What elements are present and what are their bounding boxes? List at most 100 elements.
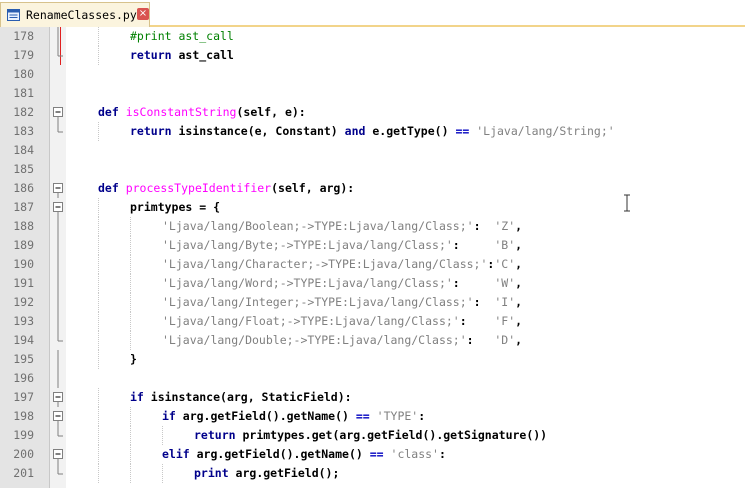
fold-line-icon [57, 27, 59, 46]
token-kw: elif [162, 447, 190, 461]
code-line: 200 elif arg.getField().getName() == 'cla… [0, 445, 745, 464]
token-str: 'Z' [494, 219, 516, 233]
fold-toggle-icon[interactable] [52, 388, 64, 407]
code-line: 180 [0, 65, 745, 84]
line-number: 179 [13, 48, 34, 62]
code-text[interactable]: if arg.getField().getName() == 'TYPE': [162, 409, 425, 423]
indent-guide [98, 217, 99, 236]
line-number: 192 [13, 295, 34, 309]
fold-line-icon [57, 274, 59, 293]
code-text[interactable]: 'Ljava/lang/Word;->TYPE:Ljava/lang/Class… [162, 276, 522, 290]
line-number: 191 [13, 276, 34, 290]
indent-guide [130, 217, 131, 236]
line-number: 181 [13, 86, 34, 100]
token-kw: return [130, 48, 172, 62]
code-line: 193 'Ljava/lang/Float;->TYPE:Ljava/lang/C… [0, 312, 745, 331]
token-str: 'D' [494, 333, 516, 347]
indent-guide [130, 312, 131, 331]
tab-label: RenameClasses.py [26, 8, 137, 22]
code-editor[interactable]: 178 #print ast_call 179 return ast_call 180 1… [0, 27, 745, 488]
token-bold: , [515, 314, 523, 328]
code-line: 195} [0, 350, 745, 369]
code-text[interactable]: if isinstance(arg, StaticField): [130, 390, 352, 404]
indent-guide [98, 445, 99, 464]
indent-guide [98, 198, 99, 217]
code-text[interactable]: primtypes = { [130, 200, 220, 214]
indent-guide [162, 464, 163, 483]
indent-guide [98, 350, 99, 369]
token-bold: } [130, 352, 137, 366]
code-line: 185 [0, 160, 745, 179]
line-number: 188 [13, 219, 34, 233]
code-text[interactable]: 'Ljava/lang/Byte;->TYPE:Ljava/lang/Class… [162, 238, 522, 252]
token-str: 'class' [390, 447, 439, 461]
code-text[interactable]: def isConstantString(self, e): [98, 105, 306, 119]
fold-toggle-icon[interactable] [52, 179, 64, 198]
code-text[interactable]: 'Ljava/lang/Character;->TYPE:Ljava/lang/… [162, 257, 522, 271]
code-text[interactable]: } [130, 352, 137, 366]
token-str: 'C' [494, 257, 516, 271]
code-line: 187 primtypes = { [0, 198, 745, 217]
token-str: 'W' [494, 276, 516, 290]
fold-toggle-icon[interactable] [52, 103, 64, 122]
line-number: 187 [13, 200, 34, 214]
token-bold: , [515, 276, 523, 290]
code-text[interactable]: print arg.getField(); [194, 466, 339, 480]
line-number: 199 [13, 428, 34, 442]
token-bold: isinstance(arg, StaticField): [143, 390, 352, 404]
code-text[interactable]: 'Ljava/lang/Boolean;->TYPE:Ljava/lang/Cl… [162, 219, 522, 233]
token-bold: , [515, 238, 523, 252]
code-text[interactable]: return primtypes.get(arg.getField().getS… [194, 428, 547, 442]
token-kw: def [98, 105, 126, 119]
token-bold: arg.getField(); [228, 466, 340, 480]
fold-toggle-icon[interactable] [52, 198, 64, 217]
token-str: 'Ljava/lang/Boolean;->TYPE:Ljava/lang/Cl… [162, 219, 474, 233]
token-bold: : [418, 409, 426, 423]
token-str: 'Ljava/lang/Character;->TYPE:Ljava/lang/… [162, 257, 488, 271]
code-line: 188 'Ljava/lang/Boolean;->TYPE:Ljava/lang… [0, 217, 745, 236]
close-icon[interactable]: × [137, 8, 149, 20]
token-str: 'I' [494, 295, 516, 309]
code-line: 189 'Ljava/lang/Byte;->TYPE:Ljava/lang/Cl… [0, 236, 745, 255]
token-kw: return [130, 124, 172, 138]
code-text[interactable]: 'Ljava/lang/Integer;->TYPE:Ljava/lang/Cl… [162, 295, 522, 309]
indent-guide [130, 331, 131, 350]
token-str: 'Ljava/lang/Integer;->TYPE:Ljava/lang/Cl… [162, 295, 474, 309]
fold-line-icon [57, 293, 59, 312]
indent-guide [98, 312, 99, 331]
code-text[interactable]: return isinstance(e, Constant) and e.get… [130, 124, 615, 138]
token-kw: if [130, 390, 144, 404]
token-fn: processTypeIdentifier [125, 181, 272, 195]
fold-line-icon [57, 312, 59, 331]
code-text[interactable]: 'Ljava/lang/Float;->TYPE:Ljava/lang/Clas… [162, 314, 522, 328]
fold-end-icon [57, 331, 63, 342]
indent-guide [130, 255, 131, 274]
code-text[interactable]: return ast_call [130, 48, 234, 62]
code-text[interactable]: elif arg.getField().getName() == 'class'… [162, 447, 446, 461]
code-line: 186 def processTypeIdentifier(self, arg): [0, 179, 745, 198]
token-kw: print [194, 466, 229, 480]
fold-toggle-icon[interactable] [52, 407, 64, 426]
tab-renameclasses[interactable]: RenameClasses.py × [0, 2, 150, 27]
token-bold: isinstance(e, Constant) [171, 124, 345, 138]
code-text[interactable]: def processTypeIdentifier(self, arg): [98, 181, 354, 195]
code-line: 198 if arg.getField().getName() == 'TYPE'… [0, 407, 745, 426]
fold-line-icon [57, 369, 59, 388]
code-text[interactable]: 'Ljava/lang/Double;->TYPE:Ljava/lang/Cla… [162, 333, 522, 347]
token-bold: primtypes = { [130, 200, 221, 214]
fold-empty [52, 65, 64, 84]
code-text[interactable]: #print ast_call [130, 29, 234, 43]
token-str: 'Ljava/lang/Double;->TYPE:Ljava/lang/Cla… [162, 333, 467, 347]
code-line: 192 'Ljava/lang/Integer;->TYPE:Ljava/lang… [0, 293, 745, 312]
token-bold: e.getType() [365, 124, 456, 138]
fold-end-icon [57, 46, 63, 57]
indent-guide [98, 293, 99, 312]
token-str: 'Ljava/lang/Float;->TYPE:Ljava/lang/Clas… [162, 314, 460, 328]
code-line: 182 def isConstantString(self, e): [0, 103, 745, 122]
fold-toggle-icon[interactable] [52, 445, 64, 464]
fold-line-icon [57, 350, 59, 369]
fold-end-icon [57, 464, 63, 475]
line-number: 195 [13, 352, 34, 366]
